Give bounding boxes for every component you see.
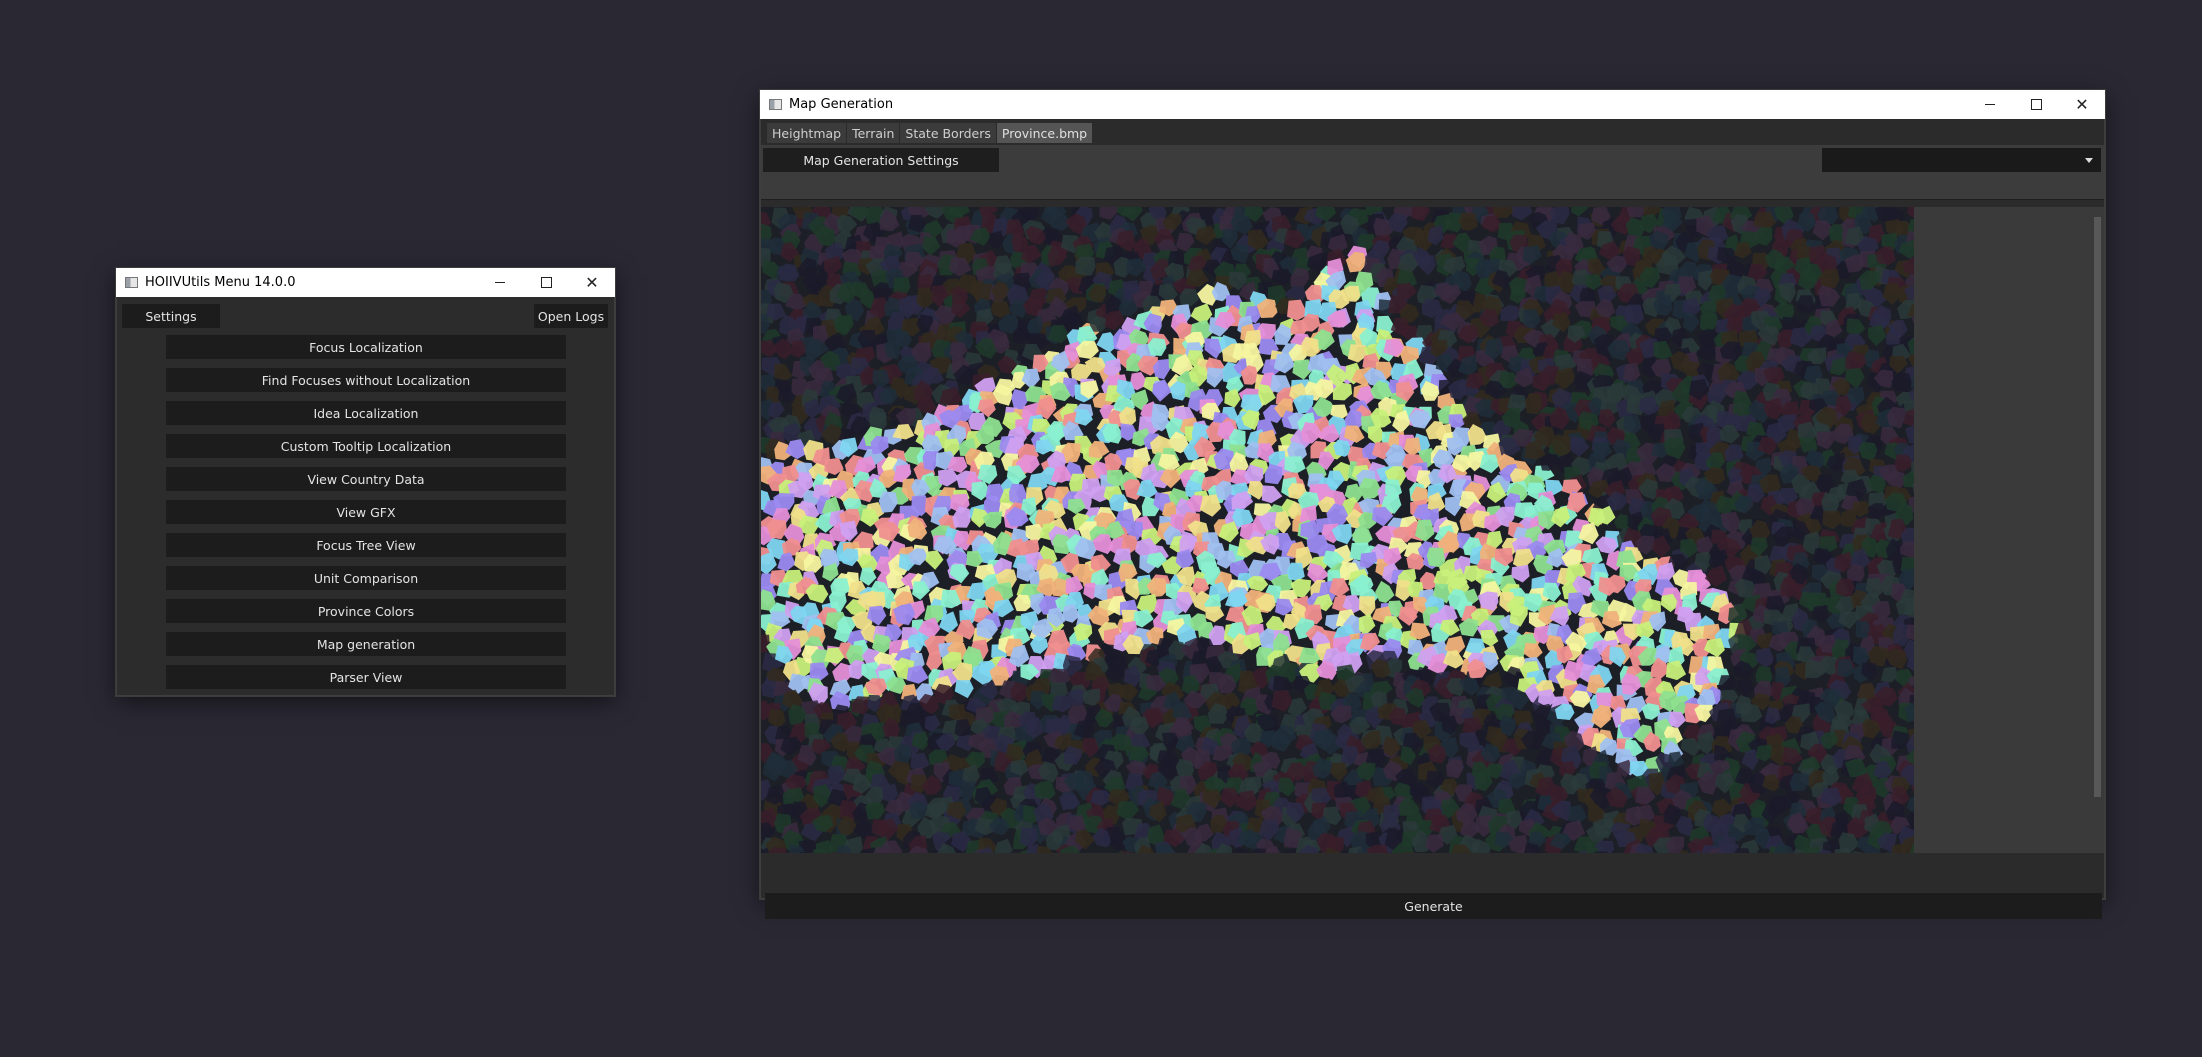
hoiivutils-menu-window: HOIIVUtils Menu 14.0.0 ✕ Settings Open L… bbox=[116, 268, 615, 696]
app-icon bbox=[125, 277, 138, 288]
minimize-icon[interactable] bbox=[1967, 90, 2013, 119]
vertical-scrollbar[interactable] bbox=[2094, 217, 2101, 797]
minimize-icon[interactable] bbox=[477, 268, 523, 297]
tab-terrain[interactable]: Terrain bbox=[847, 123, 900, 143]
map-title-bar[interactable]: Map Generation ✕ bbox=[760, 90, 2105, 119]
app-icon bbox=[769, 99, 782, 110]
tab-state-borders[interactable]: State Borders bbox=[900, 123, 996, 143]
map-window-title: Map Generation bbox=[789, 97, 894, 112]
province-cell bbox=[1287, 562, 1305, 581]
settings-toolbar: Map Generation Settings bbox=[761, 145, 2104, 200]
province-cell bbox=[1301, 336, 1319, 358]
tab-bar: Heightmap Terrain State Borders Province… bbox=[767, 123, 1093, 143]
province-colors-button[interactable]: Province Colors bbox=[166, 599, 566, 623]
map-body: Heightmap Terrain State Borders Province… bbox=[760, 119, 2105, 919]
menu-body: Settings Open Logs Focus Localization Fi… bbox=[116, 297, 615, 696]
chevron-down-icon bbox=[2085, 157, 2093, 163]
parser-view-button[interactable]: Parser View bbox=[166, 665, 566, 689]
focus-tree-view-button[interactable]: Focus Tree View bbox=[166, 533, 566, 557]
province-map-image bbox=[761, 207, 1914, 853]
idea-localization-button[interactable]: Idea Localization bbox=[166, 401, 566, 425]
map-image-viewport[interactable] bbox=[761, 207, 1914, 853]
maximize-icon[interactable] bbox=[523, 268, 569, 297]
close-icon[interactable]: ✕ bbox=[569, 268, 615, 297]
map-side-panel bbox=[1914, 207, 2104, 853]
generate-button[interactable]: Generate bbox=[765, 893, 2102, 919]
maximize-icon[interactable] bbox=[2013, 90, 2059, 119]
view-gfx-button[interactable]: View GFX bbox=[166, 500, 566, 524]
map-generation-settings-button[interactable]: Map Generation Settings bbox=[763, 148, 999, 172]
tab-heightmap[interactable]: Heightmap bbox=[767, 123, 847, 143]
custom-tooltip-localization-button[interactable]: Custom Tooltip Localization bbox=[166, 434, 566, 458]
tab-province-bmp[interactable]: Province.bmp bbox=[996, 123, 1093, 143]
focus-localization-button[interactable]: Focus Localization bbox=[166, 335, 566, 359]
map-select-dropdown[interactable] bbox=[1822, 148, 2101, 172]
view-country-data-button[interactable]: View Country Data bbox=[166, 467, 566, 491]
open-logs-button[interactable]: Open Logs bbox=[534, 304, 608, 328]
find-focuses-button[interactable]: Find Focuses without Localization bbox=[166, 368, 566, 392]
settings-button[interactable]: Settings bbox=[122, 304, 220, 328]
map-generation-window: Map Generation ✕ Heightmap Terrain State… bbox=[760, 90, 2105, 919]
menu-window-title: HOIIVUtils Menu 14.0.0 bbox=[145, 275, 296, 290]
unit-comparison-button[interactable]: Unit Comparison bbox=[166, 566, 566, 590]
close-icon[interactable]: ✕ bbox=[2059, 90, 2105, 119]
menu-title-bar[interactable]: HOIIVUtils Menu 14.0.0 ✕ bbox=[116, 268, 615, 297]
map-generation-button[interactable]: Map generation bbox=[166, 632, 566, 656]
